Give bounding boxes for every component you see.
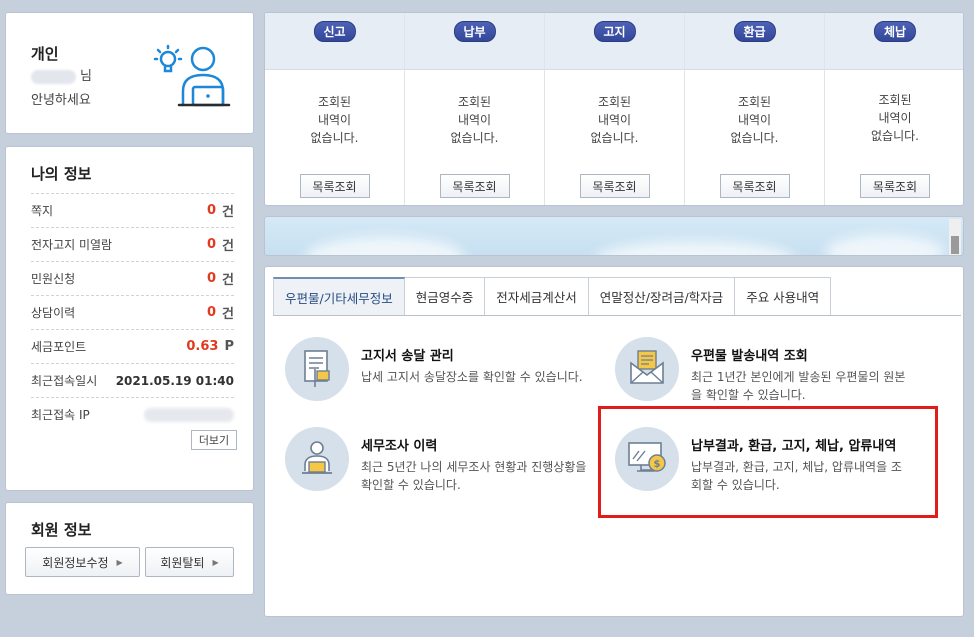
- person-laptop-icon: [302, 441, 332, 474]
- greeting-panel: 개인 님 안녕하세요: [5, 12, 254, 134]
- list-view-button-report[interactable]: 목록조회: [299, 174, 370, 198]
- empty-message: 조회된 내역이 없습니다.: [450, 95, 499, 145]
- blurred-ip: [144, 407, 234, 422]
- info-row-last-login: 최근접속일시 2021.05.19 01:40: [31, 363, 234, 397]
- info-row-unread-notice[interactable]: 전자고지 미열람 0 건: [31, 227, 234, 261]
- status-col-refund: 환급 조회된 내역이 없습니다. 목록조회: [685, 13, 825, 205]
- envelope-icon: [630, 350, 664, 384]
- member-info-title: 회원 정보: [31, 521, 92, 539]
- service-title[interactable]: 고지서 송달 관리: [361, 345, 454, 364]
- banner-cloud: [595, 241, 795, 255]
- list-view-button-notice[interactable]: 목록조회: [579, 174, 650, 198]
- empty-message: 조회된 내역이 없습니다.: [730, 95, 779, 145]
- badge-arrears: 체납: [873, 21, 917, 42]
- service-title[interactable]: 우편물 발송내역 조회: [691, 345, 808, 364]
- info-row-consultations[interactable]: 상담이력 0 건: [31, 295, 234, 329]
- blurred-name: [31, 69, 76, 84]
- status-col-arrears: 체납 조회된 내역이 없습니다. 목록조회: [825, 13, 963, 205]
- service-notice-delivery[interactable]: 고지서 송달 관리 납세 고지서 송달장소를 확인할 수 있습니다.: [285, 337, 585, 407]
- badge-notice: 고지: [593, 21, 636, 42]
- withdraw-button[interactable]: 회원탈퇴 ▶: [145, 547, 234, 577]
- my-info-panel: 나의 정보 쪽지 0 건 전자고지 미열람 0 건 민원신청 0 건 상담이력 …: [5, 146, 254, 491]
- member-type: 개인: [31, 45, 59, 63]
- badge-payment: 납부: [453, 21, 496, 42]
- arrow-right-icon: ▶: [116, 557, 123, 567]
- service-description: 납세 고지서 송달장소를 확인할 수 있습니다.: [361, 370, 583, 384]
- status-col-notice: 고지 조회된 내역이 없습니다. 목록조회: [545, 13, 685, 205]
- banner-cloud: [825, 235, 945, 255]
- more-button[interactable]: 더보기: [191, 430, 237, 450]
- service-description: 최근 1년간 본인에게 발송된 우편물의 원본을 확인할 수 있습니다.: [691, 370, 906, 402]
- name-suffix: 님: [80, 69, 92, 84]
- empty-message: 조회된 내역이 없습니다.: [871, 93, 919, 143]
- document-flag-icon: [304, 350, 330, 387]
- tab-year-end-settlement[interactable]: 연말정산/장려금/학자금: [588, 277, 736, 316]
- list-view-button-payment[interactable]: 목록조회: [439, 174, 510, 198]
- greeting-text: 안녕하세요: [31, 93, 91, 108]
- status-col-report: 신고 조회된 내역이 없습니다. 목록조회: [265, 13, 405, 205]
- withdraw-label: 회원탈퇴: [160, 555, 205, 570]
- banner-scrollbar[interactable]: [949, 219, 961, 255]
- status-summary-panel: 신고 조회된 내역이 없습니다. 목록조회 납부 조회된 내역이 없습니다. 목…: [264, 12, 964, 206]
- tab-cash-receipt[interactable]: 현금영수증: [404, 277, 486, 316]
- banner-area: [264, 216, 964, 256]
- tab-usage-history[interactable]: 주요 사용내역: [735, 277, 832, 316]
- info-row-tax-points[interactable]: 세금포인트 0.63 P: [31, 329, 234, 363]
- arrow-right-icon: ▶: [212, 557, 219, 567]
- badge-report: 신고: [313, 21, 356, 42]
- user-lightbulb-icon: [153, 44, 231, 107]
- status-col-payment: 납부 조회된 내역이 없습니다. 목록조회: [405, 13, 545, 205]
- highlight-box: [598, 406, 938, 518]
- services-panel: 우편물/기타세무정보 현금영수증 전자세금계산서 연말정산/장려금/학자금 주요…: [264, 266, 964, 617]
- tab-e-tax-invoice[interactable]: 전자세금계산서: [485, 277, 589, 316]
- list-view-button-refund[interactable]: 목록조회: [719, 174, 790, 198]
- service-mail-history[interactable]: 우편물 발송내역 조회 최근 1년간 본인에게 발송된 우편물의 원본을 확인할…: [615, 337, 935, 407]
- service-tax-audit-history[interactable]: 세무조사 이력 최근 5년간 나의 세무조사 현황과 진행상황을 확인할 수 있…: [285, 427, 586, 497]
- empty-message: 조회된 내역이 없습니다.: [310, 95, 359, 145]
- tab-divider: [273, 315, 961, 316]
- info-row-messages[interactable]: 쪽지 0 건: [31, 193, 234, 227]
- service-tabs: 우편물/기타세무정보 현금영수증 전자세금계산서 연말정산/장려금/학자금 주요…: [273, 277, 832, 316]
- banner-cloud: [305, 237, 465, 255]
- list-view-button-arrears[interactable]: 목록조회: [860, 174, 930, 198]
- empty-message: 조회된 내역이 없습니다.: [590, 95, 639, 145]
- badge-refund: 환급: [733, 21, 776, 42]
- edit-member-button[interactable]: 회원정보수정 ▶: [25, 547, 140, 577]
- info-row-last-ip: 최근접속 IP: [31, 397, 234, 431]
- member-info-panel: 회원 정보 회원정보수정 ▶ 회원탈퇴 ▶: [5, 502, 254, 595]
- tab-mail-tax-info[interactable]: 우편물/기타세무정보: [273, 277, 405, 316]
- my-info-title: 나의 정보: [31, 165, 92, 183]
- edit-member-label: 회원정보수정: [42, 555, 109, 570]
- service-title[interactable]: 세무조사 이력: [361, 435, 437, 454]
- info-row-petitions[interactable]: 민원신청 0 건: [31, 261, 234, 295]
- scrollbar-thumb[interactable]: [951, 236, 959, 254]
- service-description: 최근 5년간 나의 세무조사 현황과 진행상황을 확인할 수 있습니다.: [361, 460, 587, 492]
- user-name: 님: [31, 65, 92, 84]
